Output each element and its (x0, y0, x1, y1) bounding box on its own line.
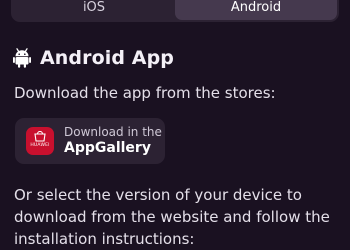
appgallery-download-button[interactable]: HUAWEI Download in the AppGallery (15, 118, 165, 164)
tab-ios[interactable]: iOS (13, 0, 175, 20)
platform-tabs: iOS Android (11, 0, 339, 22)
instructions-text: Or select the version of your device to … (14, 186, 330, 248)
huawei-appgallery-icon: HUAWEI (26, 127, 54, 155)
section-title: Android App (40, 47, 174, 69)
badge-store-name: AppGallery (64, 139, 151, 156)
section-heading: Android App (13, 47, 174, 69)
page: iOS Android Android App Download the app… (0, 0, 350, 250)
huawei-brand-text: HUAWEI (30, 143, 50, 148)
intro-text: Download the app from the stores: (14, 84, 276, 102)
tab-android[interactable]: Android (175, 0, 337, 20)
badge-text: Download in the AppGallery (64, 125, 162, 156)
badge-small-label: Download in the (64, 125, 162, 140)
android-icon (13, 48, 31, 68)
